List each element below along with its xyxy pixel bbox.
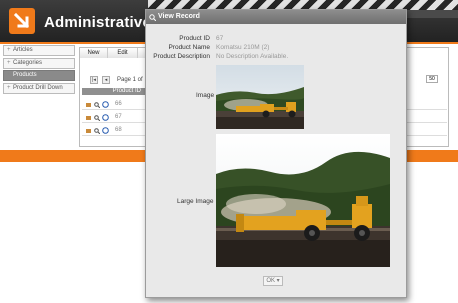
search-icon[interactable] [94, 114, 101, 122]
product-description-label: Product Description [153, 53, 210, 60]
column-header-product-id[interactable]: Product ID [82, 88, 145, 95]
product-large-image [216, 134, 390, 267]
product-id-cell: 68 [115, 127, 122, 133]
delete-icon[interactable] [102, 101, 109, 108]
image-label: Image [196, 92, 215, 99]
page-size-value: 50 [429, 76, 435, 82]
ok-button[interactable]: OK ▾ [263, 276, 283, 286]
app-title: Administrative [44, 14, 151, 31]
new-button[interactable]: New [80, 48, 108, 58]
pager-text: Page 1 of [117, 77, 143, 83]
product-name-label: Product Name [168, 44, 210, 51]
sidebar-item-label: Products [13, 72, 37, 78]
dialog-title: View Record [158, 13, 200, 20]
product-id-cell: 67 [115, 114, 122, 120]
prev-page-icon[interactable]: ◂ [102, 76, 110, 84]
large-image-label: Large Image [177, 198, 214, 205]
view-record-dialog: View Record Product ID 67 Product Name K… [145, 9, 407, 298]
page-size-select[interactable]: 50 [426, 75, 438, 83]
delete-icon[interactable] [102, 114, 109, 121]
dialog-titlebar[interactable]: View Record [146, 10, 406, 24]
sidebar-item-label: Categories [13, 59, 43, 66]
ok-label: OK [266, 278, 275, 284]
edit-button[interactable]: Edit [108, 48, 138, 58]
edit-icon[interactable] [86, 114, 92, 120]
product-id-cell: 66 [115, 101, 122, 107]
product-image [216, 65, 304, 129]
edit-icon[interactable] [86, 127, 92, 133]
sidebar-item-articles[interactable]: + Articles [3, 45, 75, 56]
sidebar-item-products[interactable]: + Products [3, 70, 75, 81]
sidebar-nav: + Articles + Categories + Products + Product… [3, 45, 75, 95]
edit-icon[interactable] [86, 101, 92, 107]
sidebar-item-product-drill-down[interactable]: + Product Drill Down [3, 82, 75, 94]
product-id-value: 67 [216, 35, 224, 42]
magnifier-icon [149, 13, 157, 27]
search-icon[interactable] [94, 127, 101, 135]
product-id-label: Product ID [179, 35, 210, 42]
sidebar-item-label: Articles [13, 47, 33, 53]
delete-icon[interactable] [102, 127, 109, 134]
sidebar-item-categories[interactable]: + Categories [3, 57, 75, 69]
search-icon[interactable] [94, 101, 101, 109]
first-page-icon[interactable]: |◂ [90, 76, 98, 84]
arrow-logo-icon [9, 8, 35, 34]
product-name-value: Komatsu 210M (2) [216, 44, 270, 51]
product-description-value: No Description Available. [216, 53, 289, 60]
sidebar-item-label: Product Drill Down [13, 84, 63, 91]
